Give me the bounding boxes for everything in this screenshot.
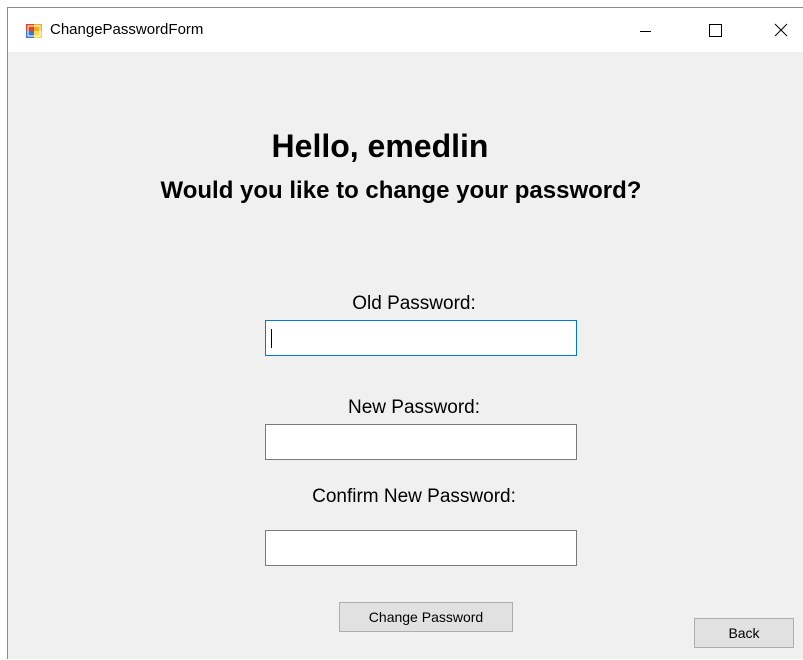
confirm-password-label: Confirm New Password: xyxy=(312,486,516,507)
change-password-window: ChangePasswordForm Hello, emedlin Would … xyxy=(7,7,803,659)
old-password-input[interactable] xyxy=(265,320,577,356)
title-bar[interactable]: ChangePasswordForm xyxy=(8,8,803,52)
maximize-icon xyxy=(709,24,722,37)
winforms-app-icon xyxy=(26,24,42,38)
minimize-icon xyxy=(640,31,651,32)
hello-heading: Hello, emedlin xyxy=(271,128,489,164)
minimize-button[interactable] xyxy=(622,8,668,52)
maximize-button[interactable] xyxy=(692,8,738,52)
old-password-label: Old Password: xyxy=(352,293,476,314)
confirm-password-input[interactable] xyxy=(265,530,577,566)
change-password-button[interactable]: Change Password xyxy=(339,602,513,632)
close-button[interactable] xyxy=(758,8,803,52)
form-client-area: Hello, emedlin Would you like to change … xyxy=(8,52,803,660)
window-title: ChangePasswordForm xyxy=(50,21,204,38)
new-password-input[interactable] xyxy=(265,424,577,460)
new-password-label: New Password: xyxy=(348,397,480,418)
text-caret xyxy=(271,329,272,348)
change-password-prompt: Would you like to change your password? xyxy=(160,177,642,204)
back-button[interactable]: Back xyxy=(694,618,794,648)
close-icon xyxy=(774,23,788,37)
